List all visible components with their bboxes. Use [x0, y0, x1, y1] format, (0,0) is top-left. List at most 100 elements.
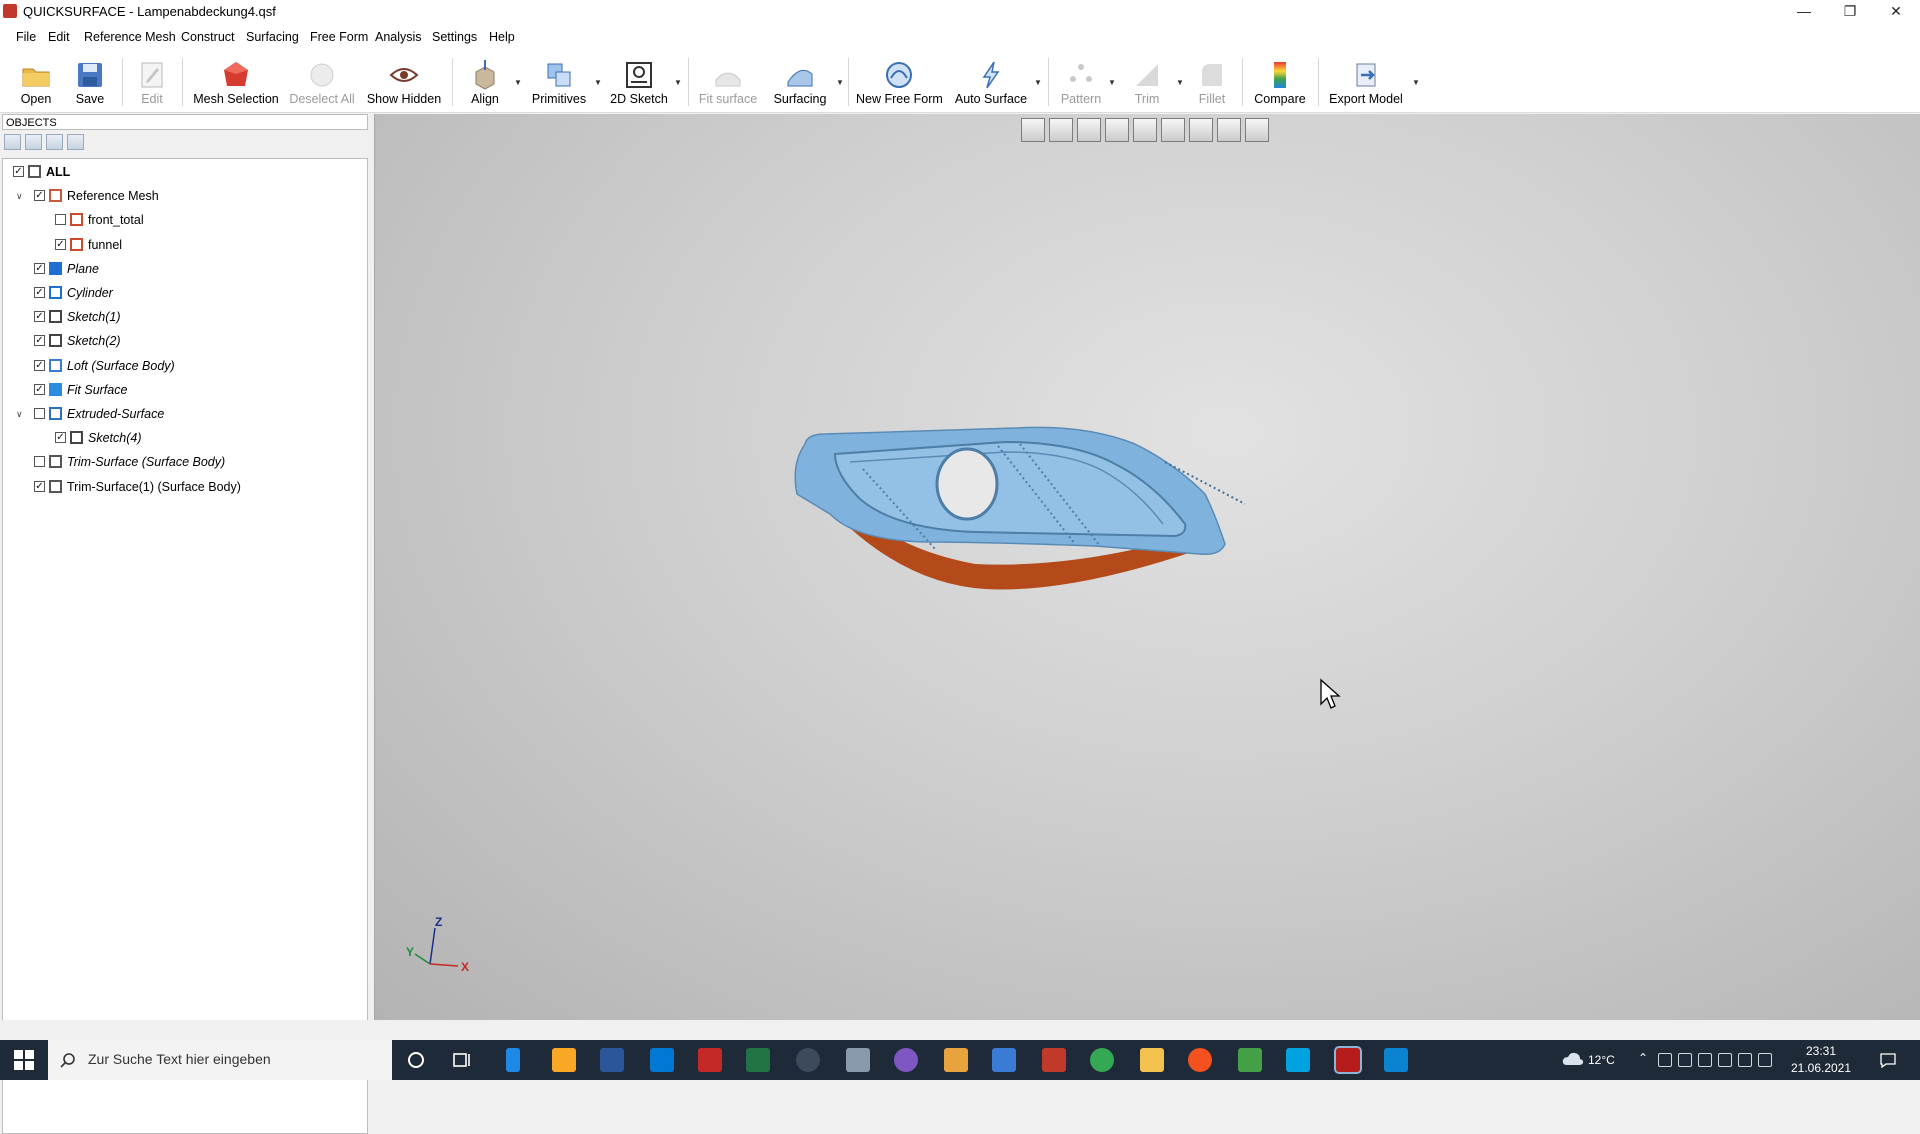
- menu-file[interactable]: File: [16, 30, 36, 44]
- tray-expand-icon[interactable]: ⌃: [1638, 1051, 1648, 1065]
- tray-wifi-icon[interactable]: [1718, 1053, 1732, 1067]
- primitives-button[interactable]: Primitives: [530, 54, 588, 110]
- tree-expand-icon[interactable]: ∨: [16, 185, 28, 207]
- notifications-icon[interactable]: [1880, 1052, 1896, 1068]
- menu-help[interactable]: Help: [489, 30, 515, 44]
- menu-surfacing[interactable]: Surfacing: [246, 30, 299, 44]
- quicksurface-taskbar-icon[interactable]: [1334, 1046, 1362, 1074]
- cortana-icon[interactable]: [404, 1048, 428, 1072]
- restore-button[interactable]: ❐: [1827, 0, 1873, 24]
- c-app-icon[interactable]: [1286, 1048, 1310, 1072]
- mesh-selection-button[interactable]: Mesh Selection: [192, 54, 280, 110]
- list-view-icon[interactable]: [4, 134, 21, 150]
- auto-surface-dropdown-arrow[interactable]: ▼: [1034, 78, 1042, 87]
- file-explorer-icon[interactable]: [1140, 1048, 1164, 1072]
- minimize-button[interactable]: —: [1781, 0, 1827, 24]
- pattern-button[interactable]: Pattern: [1056, 54, 1106, 110]
- surfacing-dropdown-arrow[interactable]: ▼: [836, 78, 844, 87]
- trim-dropdown-arrow[interactable]: ▼: [1176, 78, 1184, 87]
- normal-view-icon[interactable]: [1245, 118, 1269, 142]
- menu-reference-mesh[interactable]: Reference Mesh: [84, 30, 176, 44]
- close-button[interactable]: ✕: [1873, 0, 1919, 24]
- iso-view-icon[interactable]: [1217, 118, 1241, 142]
- tray-volume-icon[interactable]: [1758, 1053, 1772, 1067]
- tree-view-icon[interactable]: [25, 134, 42, 150]
- menu-edit[interactable]: Edit: [48, 30, 70, 44]
- inkscape-icon[interactable]: [944, 1048, 968, 1072]
- 3d-app-icon[interactable]: [846, 1048, 870, 1072]
- surfacing-button[interactable]: Surfacing: [768, 54, 832, 110]
- visibility-checkbox[interactable]: [34, 408, 45, 419]
- n-app-icon[interactable]: [1384, 1048, 1408, 1072]
- cad-app-icon[interactable]: [1042, 1048, 1066, 1072]
- open-button[interactable]: Open: [12, 54, 60, 110]
- taskbar-search[interactable]: Zur Suche Text hier eingeben: [48, 1040, 392, 1080]
- export-model-button[interactable]: Export Model: [1328, 54, 1404, 110]
- export-dropdown-arrow[interactable]: ▼: [1412, 78, 1420, 87]
- globe-app-icon[interactable]: [796, 1048, 820, 1072]
- firefox-icon[interactable]: [894, 1048, 918, 1072]
- menu-construct[interactable]: Construct: [181, 30, 235, 44]
- chrome-icon[interactable]: [1090, 1048, 1114, 1072]
- auto-surface-button[interactable]: Auto Surface: [952, 54, 1030, 110]
- front-view-icon[interactable]: [1049, 118, 1073, 142]
- deselect-all-button[interactable]: Deselect All: [288, 54, 356, 110]
- tray-network-icon[interactable]: [1698, 1053, 1712, 1067]
- tray-display-icon[interactable]: [1678, 1053, 1692, 1067]
- trim-button[interactable]: Trim: [1122, 54, 1172, 110]
- save-button[interactable]: Save: [68, 54, 112, 110]
- weather-temp[interactable]: 12°C: [1588, 1053, 1615, 1067]
- visibility-checkbox[interactable]: ✓: [34, 311, 45, 323]
- 2d-sketch-button[interactable]: 2D Sketch: [610, 54, 668, 110]
- tasks-app-icon[interactable]: [552, 1048, 576, 1072]
- menu-free-form[interactable]: Free Form: [310, 30, 368, 44]
- 3d-viewport[interactable]: Z Y X: [374, 114, 1920, 1020]
- visibility-checkbox[interactable]: ✓: [34, 262, 45, 274]
- android-app-icon[interactable]: [1238, 1048, 1262, 1072]
- edit-button[interactable]: Edit: [130, 54, 174, 110]
- sketch-dropdown-arrow[interactable]: ▼: [674, 78, 682, 87]
- visibility-checkbox[interactable]: ✓: [34, 480, 45, 492]
- clock[interactable]: 23:31 21.06.2021: [1786, 1043, 1856, 1077]
- tree-expand-icon[interactable]: ∨: [16, 403, 28, 425]
- left-view-icon[interactable]: [1105, 118, 1129, 142]
- fit-surface-button[interactable]: Fit surface: [696, 54, 760, 110]
- visibility-checkbox[interactable]: ✓: [34, 383, 45, 395]
- bottom-view-icon[interactable]: [1189, 118, 1213, 142]
- fillet-button[interactable]: Fillet: [1190, 54, 1234, 110]
- visibility-checkbox[interactable]: ✓: [34, 335, 45, 347]
- menu-settings[interactable]: Settings: [432, 30, 477, 44]
- pattern-dropdown-arrow[interactable]: ▼: [1108, 78, 1116, 87]
- visibility-checkbox[interactable]: ✓: [55, 432, 66, 444]
- tray-battery-icon[interactable]: [1738, 1053, 1752, 1067]
- visibility-checkbox[interactable]: [55, 214, 66, 226]
- primitives-dropdown-arrow[interactable]: ▼: [594, 78, 602, 87]
- compare-button[interactable]: Compare: [1252, 54, 1308, 110]
- right-view-icon[interactable]: [1133, 118, 1157, 142]
- align-button[interactable]: Align: [462, 54, 508, 110]
- tray-app-icon[interactable]: [1658, 1053, 1672, 1067]
- excel-icon[interactable]: [746, 1048, 770, 1072]
- menu-analysis[interactable]: Analysis: [375, 30, 422, 44]
- search-app-icon[interactable]: [698, 1048, 722, 1072]
- visibility-checkbox[interactable]: ✓: [13, 166, 24, 177]
- 3d-model[interactable]: [775, 364, 1335, 614]
- show-hidden-button[interactable]: Show Hidden: [366, 54, 442, 110]
- outlook-icon[interactable]: [650, 1048, 674, 1072]
- zoom-fit-icon[interactable]: [1021, 118, 1045, 142]
- visibility-checkbox[interactable]: ✓: [55, 238, 66, 250]
- plane-app-icon[interactable]: [992, 1048, 1016, 1072]
- windows-start-icon[interactable]: [14, 1050, 34, 1070]
- visibility-checkbox[interactable]: ✓: [34, 287, 45, 298]
- top-view-icon[interactable]: [1161, 118, 1185, 142]
- phone-app-icon[interactable]: [506, 1048, 520, 1072]
- visibility-checkbox[interactable]: ✓: [34, 190, 45, 202]
- new-free-form-button[interactable]: New Free Form: [856, 54, 943, 110]
- align-dropdown-arrow[interactable]: ▼: [514, 78, 522, 87]
- word-icon[interactable]: [600, 1048, 624, 1072]
- visibility-checkbox[interactable]: ✓: [34, 359, 45, 371]
- task-view-icon[interactable]: [450, 1048, 474, 1072]
- back-view-icon[interactable]: [1077, 118, 1101, 142]
- visibility-checkbox[interactable]: [34, 456, 45, 468]
- filter-icon[interactable]: [67, 134, 84, 150]
